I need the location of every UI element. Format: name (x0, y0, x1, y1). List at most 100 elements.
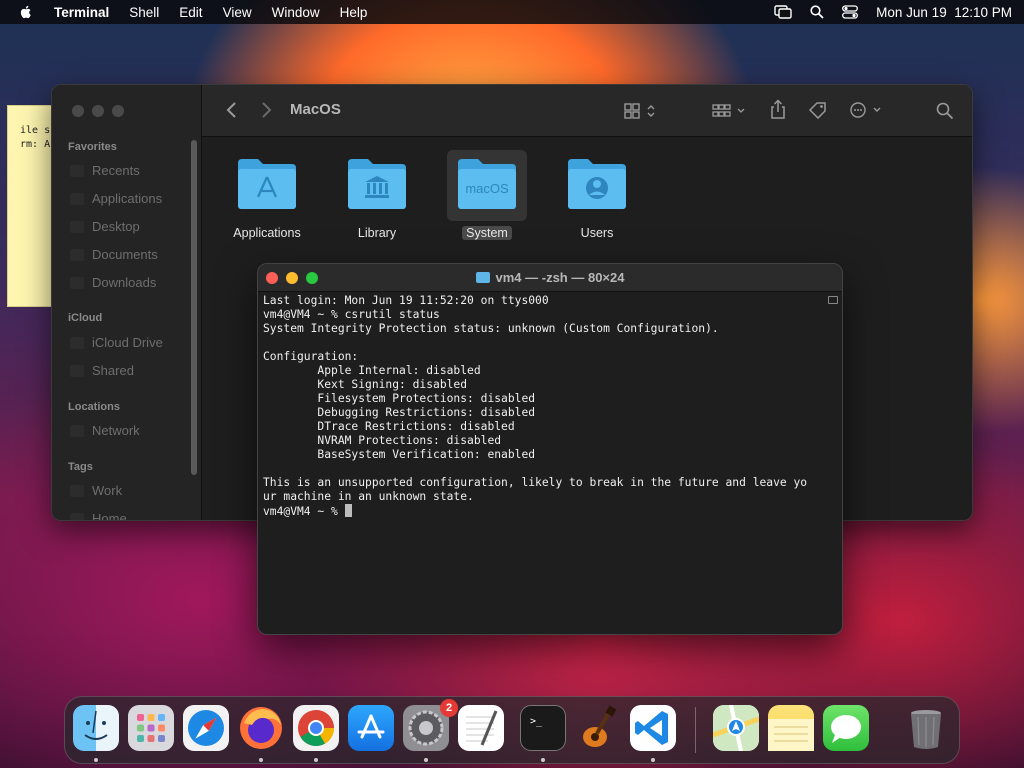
sidebar-item-shared[interactable]: Shared (70, 363, 134, 378)
sidebar-item-recents[interactable]: Recents (70, 163, 140, 178)
sidebar-item-tag-home[interactable]: Home (70, 511, 127, 520)
running-indicator (94, 758, 98, 762)
dock-maps-icon[interactable] (712, 704, 760, 752)
folder-users[interactable]: Users (551, 155, 643, 242)
sidebar-section-icloud: iCloud (68, 312, 103, 324)
running-indicator (314, 758, 318, 762)
terminal-title: vm4 — -zsh — 80×24 (258, 270, 842, 285)
terminal-line: Configuration: (263, 350, 359, 363)
dock-app-store-icon[interactable] (348, 705, 394, 751)
sidebar-item-desktop[interactable]: Desktop (70, 219, 140, 234)
minimize-button[interactable] (92, 105, 104, 117)
sidebar-section-tags: Tags (68, 461, 93, 473)
sidebar-item-downloads[interactable]: Downloads (70, 275, 156, 290)
running-indicator (541, 758, 545, 762)
dock-launchpad-icon[interactable] (128, 705, 174, 751)
running-indicator (424, 758, 428, 762)
terminal-line: Kext Signing: disabled (263, 378, 468, 391)
menu-edit[interactable]: Edit (179, 5, 202, 20)
svg-text:>_: >_ (530, 716, 543, 727)
more-actions-icon[interactable] (850, 102, 886, 118)
dock-messages-icon[interactable] (823, 705, 869, 751)
terminal-line: BaseSystem Verification: enabled (263, 448, 536, 461)
folder-label: Users (580, 226, 614, 240)
folder-applications[interactable]: Applications (221, 155, 313, 242)
terminal-line: Apple Internal: disabled (263, 364, 481, 377)
dock-notes-icon[interactable] (768, 705, 814, 751)
finder-window-controls (72, 105, 124, 117)
back-chevron-icon[interactable] (226, 101, 238, 119)
finder-toolbar: MacOS (202, 85, 972, 137)
menu-help[interactable]: Help (340, 5, 368, 20)
menu-shell[interactable]: Shell (129, 5, 159, 20)
users-folder-icon (568, 159, 626, 209)
running-indicator (651, 758, 655, 762)
folder-system[interactable]: macOS System (441, 150, 533, 242)
group-by-icon[interactable] (712, 104, 748, 118)
folder-label: Applications (233, 226, 301, 240)
menu-clock[interactable]: Mon Jun 19 12:10 PM (876, 5, 1012, 20)
terminal-line: System Integrity Protection status: unkn… (263, 322, 719, 335)
sidebar-item-network[interactable]: Network (70, 423, 140, 438)
dock-finder-icon[interactable] (73, 705, 119, 751)
menu-bar: Terminal Shell Edit View Window Help Mon… (0, 0, 1024, 24)
folder-icon (475, 272, 490, 283)
dock-garageband-icon[interactable] (575, 705, 621, 751)
terminal-line: ur machine in an unknown state. (263, 490, 474, 503)
folder-library[interactable]: Library (331, 155, 423, 242)
text-cursor (344, 504, 352, 517)
macos-glyph: macOS (465, 181, 509, 196)
sidebar-item-applications[interactable]: Applications (70, 191, 162, 206)
terminal-prompt: vm4@VM4 ~ % (263, 505, 345, 518)
macos-folder-icon: macOS (458, 159, 516, 209)
tag-icon[interactable] (808, 101, 828, 119)
close-button[interactable] (72, 105, 84, 117)
terminal-line: Last login: Mon Jun 19 11:52:20 on ttys0… (263, 294, 549, 307)
zoom-button[interactable] (112, 105, 124, 117)
menu-window[interactable]: Window (272, 5, 320, 20)
control-center-icon[interactable] (842, 5, 859, 19)
dock-chrome-icon[interactable] (293, 705, 339, 751)
dock: 2 >_ (64, 696, 960, 764)
share-icon[interactable] (770, 99, 786, 119)
dock-firefox-icon[interactable] (238, 705, 284, 751)
terminal-line: vm4@VM4 ~ % csrutil status (263, 308, 440, 321)
dock-textedit-icon[interactable] (458, 705, 504, 751)
finder-sidebar: Favorites Recents Applications Desktop D… (52, 85, 202, 520)
terminal-line: This is an unsupported configuration, li… (263, 476, 808, 489)
finder-window-title: MacOS (290, 101, 341, 118)
screen-mirroring-icon[interactable] (774, 5, 792, 19)
menu-app-name[interactable]: Terminal (54, 5, 109, 20)
dock-terminal-icon[interactable]: >_ (520, 705, 566, 751)
sidebar-section-favorites: Favorites (68, 141, 117, 153)
folder-label: System (462, 226, 512, 240)
sidebar-item-tag-work[interactable]: Work (70, 483, 122, 498)
menu-view[interactable]: View (223, 5, 252, 20)
dock-trash-icon[interactable] (903, 705, 949, 751)
terminal-output[interactable]: Last login: Mon Jun 19 11:52:20 on ttys0… (263, 294, 826, 518)
icon-view-grid-icon[interactable] (624, 103, 658, 119)
dock-separator (695, 707, 696, 753)
sidebar-item-documents[interactable]: Documents (70, 247, 158, 262)
running-indicator (259, 758, 263, 762)
terminal-titlebar[interactable]: vm4 — -zsh — 80×24 (258, 264, 842, 292)
folder-label: Library (357, 226, 397, 240)
scroll-marker-icon[interactable] (828, 296, 838, 304)
library-folder-icon (348, 159, 406, 209)
dock-vscode-icon[interactable] (630, 705, 676, 751)
terminal-line: NVRAM Protections: disabled (263, 434, 502, 447)
applications-folder-icon (238, 159, 296, 209)
apple-menu-icon[interactable] (18, 4, 34, 20)
terminal-window[interactable]: vm4 — -zsh — 80×24 Last login: Mon Jun 1… (257, 263, 843, 635)
terminal-prompt-line: vm4@VM4 ~ % (263, 504, 826, 518)
spotlight-search-icon[interactable] (810, 5, 824, 19)
terminal-line: DTrace Restrictions: disabled (263, 420, 515, 433)
notification-badge: 2 (440, 699, 458, 717)
dock-safari-icon[interactable] (183, 705, 229, 751)
sidebar-item-icloud-drive[interactable]: iCloud Drive (70, 335, 163, 350)
sidebar-scrollbar[interactable] (191, 140, 197, 475)
search-icon[interactable] (936, 102, 954, 120)
forward-chevron-icon[interactable] (260, 101, 272, 119)
